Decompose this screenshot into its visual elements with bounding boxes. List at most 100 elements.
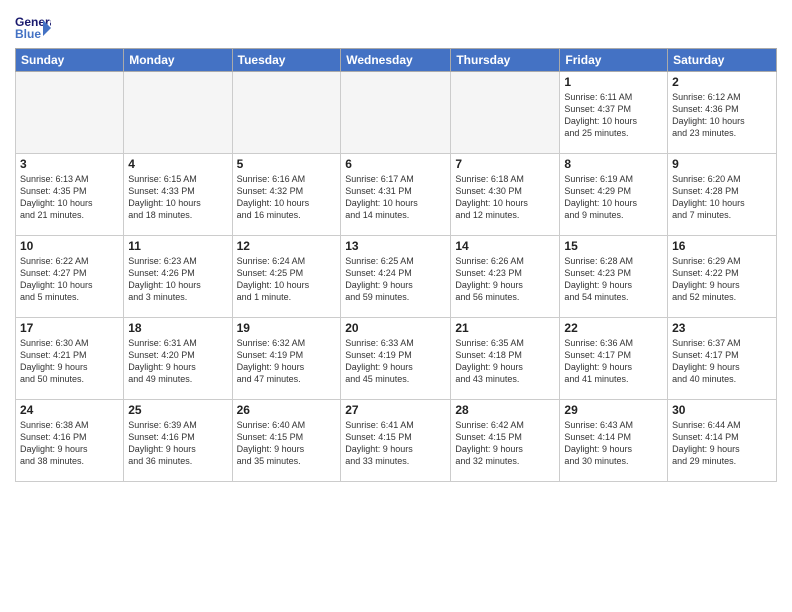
day-info: Sunrise: 6:26 AM Sunset: 4:23 PM Dayligh… bbox=[455, 255, 555, 304]
day-info: Sunrise: 6:36 AM Sunset: 4:17 PM Dayligh… bbox=[564, 337, 663, 386]
calendar-day-cell: 23Sunrise: 6:37 AM Sunset: 4:17 PM Dayli… bbox=[668, 318, 777, 400]
day-number: 26 bbox=[237, 403, 337, 417]
day-number: 1 bbox=[564, 75, 663, 89]
day-number: 6 bbox=[345, 157, 446, 171]
calendar-day-cell: 21 Sunrise: 6:35 AM Sunset: 4:18 PM Dayli… bbox=[451, 318, 560, 400]
day-number: 15 bbox=[564, 239, 663, 253]
day-number: 5 bbox=[237, 157, 337, 171]
calendar-day-cell: 4 Sunrise: 6:15 AM Sunset: 4:33 PM Daylig… bbox=[124, 154, 232, 236]
day-info: Sunrise: 6:12 AM Sunset: 4:36 PM Dayligh… bbox=[672, 91, 772, 140]
day-info: Sunrise: 6:42 AM Sunset: 4:15 PM Dayligh… bbox=[455, 419, 555, 468]
page-container: General Blue SundayMondayTuesdayWednesda… bbox=[0, 0, 792, 492]
calendar-week-row: 1Sunrise: 6:11 AM Sunset: 4:37 PM Daylig… bbox=[16, 72, 777, 154]
calendar-day-cell: 29 Sunrise: 6:43 AM Sunset: 4:14 PM Dayli… bbox=[560, 400, 668, 482]
day-number: 23 bbox=[672, 321, 772, 335]
weekday-header-cell: Thursday bbox=[451, 49, 560, 72]
day-info: Sunrise: 6:32 AM Sunset: 4:19 PM Dayligh… bbox=[237, 337, 337, 386]
calendar-day-cell: 19 Sunrise: 6:32 AM Sunset: 4:19 PM Dayli… bbox=[232, 318, 341, 400]
calendar-day-cell bbox=[341, 72, 451, 154]
day-number: 29 bbox=[564, 403, 663, 417]
weekday-header-cell: Tuesday bbox=[232, 49, 341, 72]
header: General Blue bbox=[15, 10, 777, 42]
day-info: Sunrise: 6:41 AM Sunset: 4:15 PM Dayligh… bbox=[345, 419, 446, 468]
calendar-day-cell: 25Sunrise: 6:39 AM Sunset: 4:16 PM Dayli… bbox=[124, 400, 232, 482]
calendar-day-cell: 8 Sunrise: 6:19 AM Sunset: 4:29 PM Daylig… bbox=[560, 154, 668, 236]
day-number: 2 bbox=[672, 75, 772, 89]
day-number: 11 bbox=[128, 239, 227, 253]
calendar-body: 1Sunrise: 6:11 AM Sunset: 4:37 PM Daylig… bbox=[16, 72, 777, 482]
day-number: 19 bbox=[237, 321, 337, 335]
calendar-week-row: 24Sunrise: 6:38 AM Sunset: 4:16 PM Dayli… bbox=[16, 400, 777, 482]
day-number: 27 bbox=[345, 403, 446, 417]
calendar-day-cell bbox=[16, 72, 124, 154]
calendar-day-cell: 10 Sunrise: 6:22 AM Sunset: 4:27 PM Dayli… bbox=[16, 236, 124, 318]
calendar-day-cell: 5 Sunrise: 6:16 AM Sunset: 4:32 PM Daylig… bbox=[232, 154, 341, 236]
day-number: 9 bbox=[672, 157, 772, 171]
weekday-header-row: SundayMondayTuesdayWednesdayThursdayFrid… bbox=[16, 49, 777, 72]
calendar-day-cell bbox=[232, 72, 341, 154]
day-info: Sunrise: 6:15 AM Sunset: 4:33 PM Dayligh… bbox=[128, 173, 227, 222]
day-info: Sunrise: 6:20 AM Sunset: 4:28 PM Dayligh… bbox=[672, 173, 772, 222]
calendar-week-row: 17 Sunrise: 6:30 AM Sunset: 4:21 PM Dayli… bbox=[16, 318, 777, 400]
day-number: 14 bbox=[455, 239, 555, 253]
calendar-day-cell: 20 Sunrise: 6:33 AM Sunset: 4:19 PM Dayli… bbox=[341, 318, 451, 400]
calendar-week-row: 3Sunrise: 6:13 AM Sunset: 4:35 PM Daylig… bbox=[16, 154, 777, 236]
day-info: Sunrise: 6:35 AM Sunset: 4:18 PM Dayligh… bbox=[455, 337, 555, 386]
calendar-day-cell: 6Sunrise: 6:17 AM Sunset: 4:31 PM Daylig… bbox=[341, 154, 451, 236]
day-number: 12 bbox=[237, 239, 337, 253]
day-info: Sunrise: 6:33 AM Sunset: 4:19 PM Dayligh… bbox=[345, 337, 446, 386]
calendar-day-cell: 22 Sunrise: 6:36 AM Sunset: 4:17 PM Dayli… bbox=[560, 318, 668, 400]
day-info: Sunrise: 6:43 AM Sunset: 4:14 PM Dayligh… bbox=[564, 419, 663, 468]
day-number: 28 bbox=[455, 403, 555, 417]
day-number: 20 bbox=[345, 321, 446, 335]
calendar-day-cell: 30Sunrise: 6:44 AM Sunset: 4:14 PM Dayli… bbox=[668, 400, 777, 482]
day-info: Sunrise: 6:19 AM Sunset: 4:29 PM Dayligh… bbox=[564, 173, 663, 222]
day-info: Sunrise: 6:22 AM Sunset: 4:27 PM Dayligh… bbox=[20, 255, 119, 304]
calendar-day-cell: 26 Sunrise: 6:40 AM Sunset: 4:15 PM Dayli… bbox=[232, 400, 341, 482]
day-info: Sunrise: 6:24 AM Sunset: 4:25 PM Dayligh… bbox=[237, 255, 337, 304]
day-info: Sunrise: 6:29 AM Sunset: 4:22 PM Dayligh… bbox=[672, 255, 772, 304]
day-number: 16 bbox=[672, 239, 772, 253]
day-number: 10 bbox=[20, 239, 119, 253]
calendar-day-cell: 2 Sunrise: 6:12 AM Sunset: 4:36 PM Daylig… bbox=[668, 72, 777, 154]
day-info: Sunrise: 6:44 AM Sunset: 4:14 PM Dayligh… bbox=[672, 419, 772, 468]
calendar-day-cell: 9 Sunrise: 6:20 AM Sunset: 4:28 PM Daylig… bbox=[668, 154, 777, 236]
day-number: 22 bbox=[564, 321, 663, 335]
day-info: Sunrise: 6:30 AM Sunset: 4:21 PM Dayligh… bbox=[20, 337, 119, 386]
calendar-day-cell: 1Sunrise: 6:11 AM Sunset: 4:37 PM Daylig… bbox=[560, 72, 668, 154]
day-info: Sunrise: 6:25 AM Sunset: 4:24 PM Dayligh… bbox=[345, 255, 446, 304]
day-number: 13 bbox=[345, 239, 446, 253]
calendar-week-row: 10 Sunrise: 6:22 AM Sunset: 4:27 PM Dayli… bbox=[16, 236, 777, 318]
weekday-header-cell: Friday bbox=[560, 49, 668, 72]
day-info: Sunrise: 6:40 AM Sunset: 4:15 PM Dayligh… bbox=[237, 419, 337, 468]
day-info: Sunrise: 6:18 AM Sunset: 4:30 PM Dayligh… bbox=[455, 173, 555, 222]
day-info: Sunrise: 6:38 AM Sunset: 4:16 PM Dayligh… bbox=[20, 419, 119, 468]
calendar-day-cell bbox=[124, 72, 232, 154]
day-number: 21 bbox=[455, 321, 555, 335]
calendar-day-cell: 3Sunrise: 6:13 AM Sunset: 4:35 PM Daylig… bbox=[16, 154, 124, 236]
calendar-day-cell: 14 Sunrise: 6:26 AM Sunset: 4:23 PM Dayli… bbox=[451, 236, 560, 318]
day-number: 8 bbox=[564, 157, 663, 171]
day-number: 17 bbox=[20, 321, 119, 335]
calendar-day-cell bbox=[451, 72, 560, 154]
calendar-day-cell: 11 Sunrise: 6:23 AM Sunset: 4:26 PM Dayli… bbox=[124, 236, 232, 318]
day-info: Sunrise: 6:16 AM Sunset: 4:32 PM Dayligh… bbox=[237, 173, 337, 222]
calendar-day-cell: 12 Sunrise: 6:24 AM Sunset: 4:25 PM Dayli… bbox=[232, 236, 341, 318]
calendar-table: SundayMondayTuesdayWednesdayThursdayFrid… bbox=[15, 48, 777, 482]
day-number: 25 bbox=[128, 403, 227, 417]
day-info: Sunrise: 6:28 AM Sunset: 4:23 PM Dayligh… bbox=[564, 255, 663, 304]
day-number: 18 bbox=[128, 321, 227, 335]
calendar-day-cell: 15 Sunrise: 6:28 AM Sunset: 4:23 PM Dayli… bbox=[560, 236, 668, 318]
weekday-header-cell: Sunday bbox=[16, 49, 124, 72]
calendar-day-cell: 18 Sunrise: 6:31 AM Sunset: 4:20 PM Dayli… bbox=[124, 318, 232, 400]
day-number: 4 bbox=[128, 157, 227, 171]
day-info: Sunrise: 6:23 AM Sunset: 4:26 PM Dayligh… bbox=[128, 255, 227, 304]
day-info: Sunrise: 6:13 AM Sunset: 4:35 PM Dayligh… bbox=[20, 173, 119, 222]
calendar-day-cell: 17 Sunrise: 6:30 AM Sunset: 4:21 PM Dayli… bbox=[16, 318, 124, 400]
day-number: 7 bbox=[455, 157, 555, 171]
day-info: Sunrise: 6:31 AM Sunset: 4:20 PM Dayligh… bbox=[128, 337, 227, 386]
svg-text:Blue: Blue bbox=[15, 27, 41, 41]
calendar-day-cell: 28 Sunrise: 6:42 AM Sunset: 4:15 PM Dayli… bbox=[451, 400, 560, 482]
weekday-header-cell: Monday bbox=[124, 49, 232, 72]
weekday-header-cell: Saturday bbox=[668, 49, 777, 72]
